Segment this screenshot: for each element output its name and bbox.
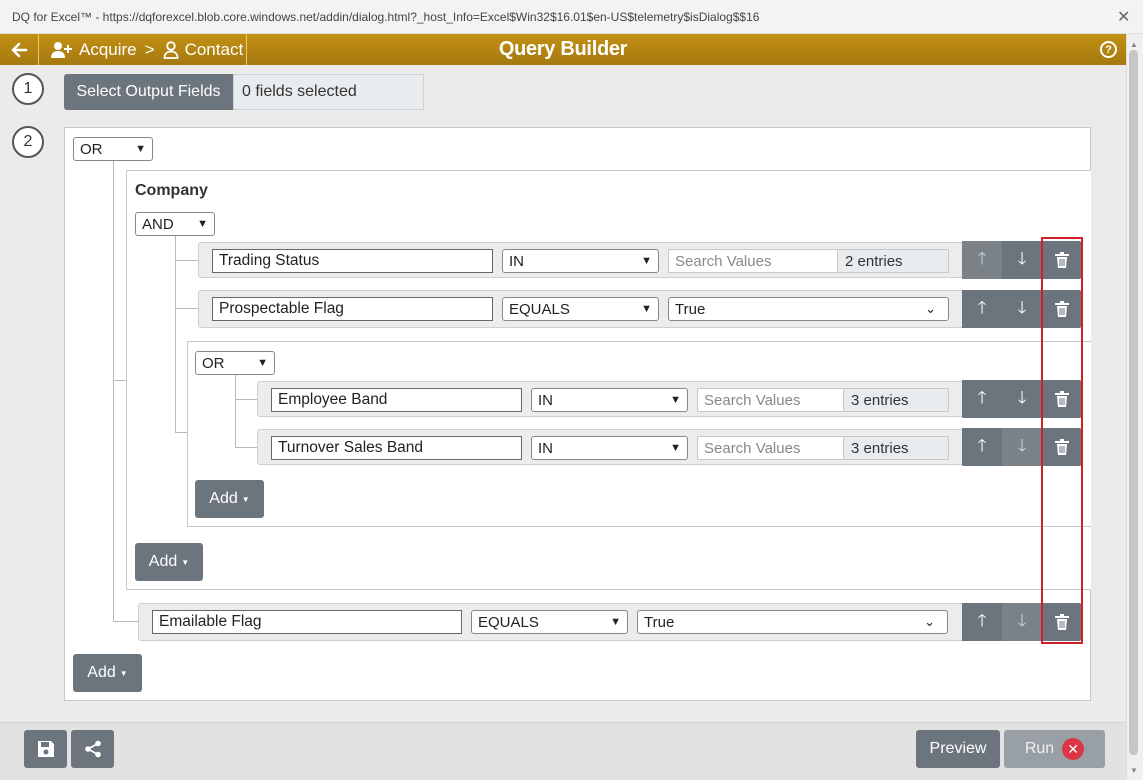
close-circle-icon: ✕ — [1062, 738, 1085, 760]
arrow-up-icon: 🡑 — [977, 248, 987, 268]
caret-down-icon: ▼ — [119, 668, 128, 678]
share-icon — [84, 740, 102, 758]
search-values-input[interactable]: Search Values — [697, 436, 844, 460]
subgroup-add-button[interactable]: Add ▼ — [195, 480, 264, 518]
arrow-up-icon: 🡑 — [977, 297, 987, 317]
entries-count[interactable]: 3 entries — [843, 436, 949, 460]
operator-select[interactable]: IN ▼ — [531, 388, 688, 412]
value-select[interactable]: True ⌄ — [668, 297, 949, 321]
tree-connector — [113, 161, 126, 381]
back-button[interactable] — [0, 34, 38, 65]
help-icon[interactable]: ? — [1100, 41, 1117, 58]
share-button[interactable] — [71, 730, 114, 768]
arrow-down-icon: 🡓 — [1017, 435, 1027, 455]
subgroup-operator-select[interactable]: OR ▼ — [195, 351, 275, 375]
tree-connector — [235, 375, 257, 400]
move-up-button[interactable]: 🡑 — [962, 603, 1002, 641]
chevron-down-icon: ▼ — [641, 255, 652, 267]
save-button[interactable] — [24, 730, 67, 768]
header-divider — [38, 34, 39, 65]
operator-select[interactable]: EQUALS ▼ — [502, 297, 659, 321]
user-icon — [163, 40, 179, 59]
tree-connector — [175, 236, 198, 261]
root-add-button[interactable]: Add ▼ — [73, 654, 142, 692]
tree-connector — [175, 308, 187, 433]
selected-fields-count: 0 fields selected — [233, 74, 424, 110]
preview-button[interactable]: Preview — [916, 730, 1000, 768]
select-output-fields-button[interactable]: Select Output Fields — [64, 74, 233, 110]
value-select[interactable]: True ⌄ — [637, 610, 948, 634]
move-down-button[interactable]: 🡓 — [1002, 290, 1042, 328]
field-input[interactable]: Turnover Sales Band — [271, 436, 522, 460]
operator-select[interactable]: IN ▼ — [531, 436, 688, 460]
field-input[interactable]: Employee Band — [271, 388, 522, 412]
arrow-up-icon: 🡑 — [977, 435, 987, 455]
move-down-button[interactable]: 🡓 — [1002, 603, 1042, 641]
chevron-down-icon: ▼ — [670, 442, 681, 454]
search-values-input[interactable]: Search Values — [668, 249, 838, 273]
search-values-input[interactable]: Search Values — [697, 388, 844, 412]
move-down-button[interactable]: 🡓 — [1002, 241, 1042, 279]
root-operator-select[interactable]: OR ▼ — [73, 137, 153, 161]
company-add-button[interactable]: Add ▼ — [135, 543, 203, 581]
scrollbar-thumb[interactable] — [1129, 50, 1138, 755]
move-down-button[interactable]: 🡓 — [1002, 380, 1042, 418]
arrow-down-icon: 🡓 — [1017, 387, 1027, 407]
chevron-down-icon: ▼ — [641, 303, 652, 315]
tree-connector — [175, 260, 198, 309]
company-operator-select[interactable]: AND ▼ — [135, 212, 215, 236]
operator-select[interactable]: IN ▼ — [502, 249, 659, 273]
arrow-down-icon: 🡓 — [1017, 248, 1027, 268]
operator-select[interactable]: EQUALS ▼ — [471, 610, 628, 634]
save-icon — [37, 740, 55, 758]
chevron-down-icon: ▼ — [135, 143, 146, 155]
chevron-down-icon: ⌄ — [924, 614, 935, 629]
move-up-button[interactable]: 🡑 — [962, 380, 1002, 418]
caret-down-icon: ▼ — [181, 557, 190, 567]
window-close-button[interactable]: ✕ — [1117, 7, 1130, 27]
move-up-button[interactable]: 🡑 — [962, 241, 1002, 279]
caret-down-icon: ▼ — [241, 494, 250, 504]
header-divider — [246, 34, 247, 65]
arrow-up-icon: 🡑 — [977, 610, 987, 630]
step-two-badge: 2 — [12, 126, 44, 158]
arrow-up-icon: 🡑 — [977, 387, 987, 407]
field-input[interactable]: Emailable Flag — [152, 610, 462, 634]
entries-count[interactable]: 2 entries — [837, 249, 949, 273]
window-title: DQ for Excel™ - https://dqforexcel.blob.… — [12, 10, 760, 24]
move-up-button[interactable]: 🡑 — [962, 290, 1002, 328]
breadcrumb-separator: > — [144, 39, 155, 59]
tree-connector — [235, 399, 257, 448]
chevron-down-icon: ▼ — [197, 218, 208, 230]
move-down-button[interactable]: 🡓 — [1002, 428, 1042, 466]
chevron-down-icon: ▼ — [670, 394, 681, 406]
group-title: Company — [135, 182, 208, 199]
breadcrumb-contact[interactable]: Contact — [185, 40, 244, 60]
breadcrumb-acquire[interactable]: Acquire — [79, 40, 137, 60]
scroll-up-arrow[interactable]: ▲ — [1130, 40, 1138, 49]
field-input[interactable]: Trading Status — [212, 249, 493, 273]
run-button[interactable]: Run ✕ — [1004, 730, 1105, 768]
back-arrow-icon — [10, 41, 28, 59]
scroll-down-arrow[interactable]: ▼ — [1130, 766, 1138, 775]
breadcrumb: Acquire > Contact — [50, 34, 243, 65]
arrow-down-icon: 🡓 — [1017, 610, 1027, 630]
chevron-down-icon: ▼ — [610, 616, 621, 628]
move-up-button[interactable]: 🡑 — [962, 428, 1002, 466]
app-header: Query Builder Acquire > Contact ? — [0, 34, 1126, 65]
add-user-icon — [50, 41, 72, 59]
step-one-badge: 1 — [12, 73, 44, 105]
entries-count[interactable]: 3 entries — [843, 388, 949, 412]
chevron-down-icon: ▼ — [257, 357, 268, 369]
field-input[interactable]: Prospectable Flag — [212, 297, 493, 321]
arrow-down-icon: 🡓 — [1017, 297, 1027, 317]
delete-column-highlight — [1041, 237, 1083, 644]
chevron-down-icon: ⌄ — [925, 301, 936, 316]
